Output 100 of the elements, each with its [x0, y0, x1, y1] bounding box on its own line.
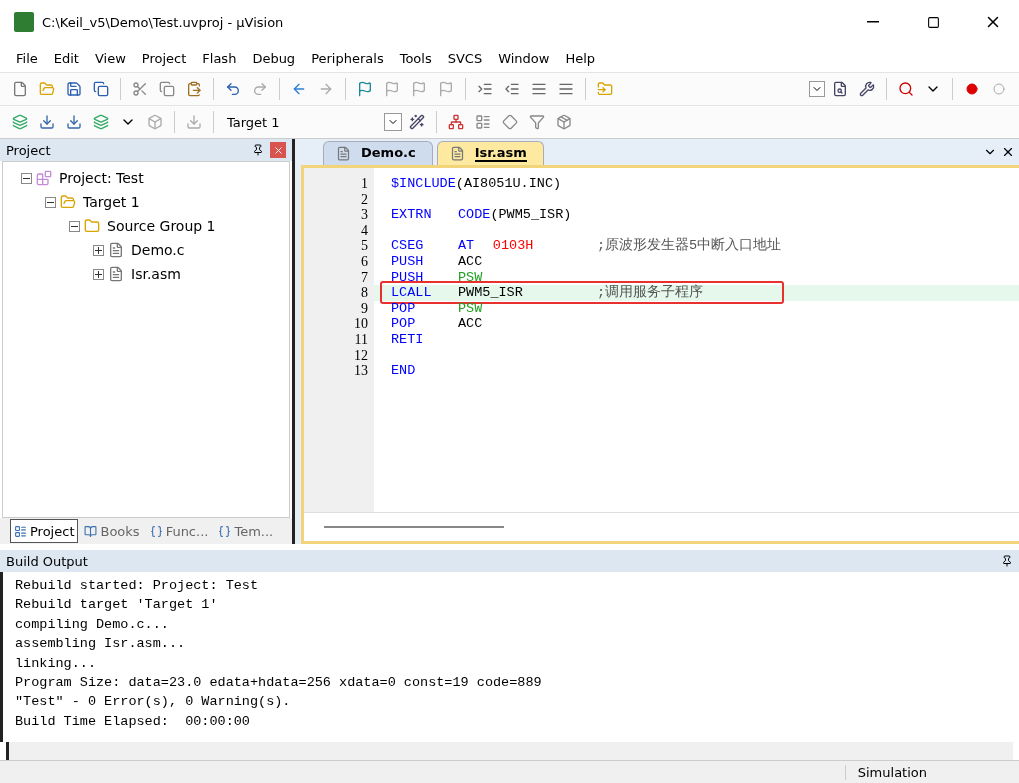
tree-item-label[interactable]: Project: Test — [56, 170, 144, 186]
tree-item-label[interactable]: Demo.c — [128, 242, 185, 258]
panel-tab[interactable]: Func... — [145, 519, 213, 543]
collapse-toggle[interactable] — [21, 172, 32, 184]
wrench-icon — [859, 81, 875, 97]
tree-item-label[interactable]: Isr.asm — [128, 266, 181, 282]
flag-icon — [357, 81, 373, 97]
scrollbar-thumb[interactable] — [324, 526, 504, 528]
collapse-toggle[interactable] — [69, 220, 80, 232]
line-number: 13 — [353, 363, 369, 379]
file-icon — [449, 146, 465, 161]
close-icon — [272, 144, 284, 156]
code-token: ;调用服务子程序 — [597, 285, 704, 301]
code-token: PWM5_ISR — [458, 285, 523, 301]
menu-item[interactable]: Window — [490, 50, 558, 66]
code-token: 0103H — [492, 238, 534, 254]
plus-icon — [94, 269, 103, 279]
menu-item[interactable]: Project — [133, 50, 195, 66]
line-number: 8 — [360, 285, 369, 301]
code-token: RETI — [391, 331, 424, 348]
flag-icon — [411, 81, 427, 97]
status-mode: Simulation — [844, 764, 939, 780]
funnel-icon — [529, 114, 545, 130]
flag-icon — [384, 81, 400, 97]
code-token: LCALL — [391, 285, 432, 301]
target-select[interactable]: Target 1 — [221, 110, 402, 134]
line-number: 4 — [360, 222, 369, 239]
open-folder-icon — [39, 81, 55, 97]
code-token: ;原波形发生器5中断入口地址 — [597, 238, 782, 254]
functions-tab-icon — [149, 524, 163, 538]
maximize-icon — [926, 15, 940, 29]
code-token: CODE — [458, 207, 491, 223]
code-token: (PWM5_ISR) — [490, 207, 572, 223]
download-icon — [66, 114, 82, 130]
pin-icon[interactable] — [252, 144, 264, 156]
project-tab-icon — [14, 524, 27, 538]
panel-tab[interactable]: Project — [10, 519, 79, 543]
menu-item[interactable]: View — [86, 50, 134, 66]
output-line: "Test" - 0 Error(s), 0 Warning(s). — [15, 693, 292, 712]
undo-icon — [225, 81, 241, 97]
output-line: Rebuild started: Project: Test — [15, 577, 260, 595]
output-line: Rebuild target 'Target 1' — [15, 596, 219, 615]
find-in-files-icon — [832, 81, 848, 97]
menu-item[interactable]: File — [8, 50, 46, 66]
line-number: 5 — [360, 238, 369, 254]
load-icon — [186, 114, 202, 130]
file-icon — [336, 146, 351, 161]
menu-item[interactable]: Edit — [45, 50, 87, 66]
panel-close-button[interactable] — [270, 142, 286, 158]
collapse-toggle[interactable] — [45, 196, 56, 208]
horizontal-scrollbar[interactable] — [6, 742, 1013, 760]
tree-item-label[interactable]: Source Group 1 — [104, 218, 216, 234]
editor-tab[interactable]: Isr.asm — [436, 141, 544, 165]
redo-icon — [252, 81, 268, 97]
target-folder-icon — [60, 194, 76, 210]
diamond-icon — [502, 114, 518, 130]
panel-tab[interactable]: Tem... — [214, 519, 278, 543]
menu-item[interactable]: Peripherals — [303, 50, 392, 66]
editor-tab[interactable]: Demo.c — [323, 141, 433, 165]
circle-icon — [993, 83, 1005, 95]
new-file-icon — [12, 81, 28, 97]
forward-arrow-icon — [318, 81, 334, 97]
code-token: ACC — [458, 316, 483, 332]
close-icon[interactable] — [1001, 145, 1015, 159]
menu-item[interactable]: Tools — [391, 50, 440, 66]
menu-item[interactable]: Debug — [244, 50, 304, 66]
line-number: 6 — [360, 253, 369, 270]
code-token: $INCLUDE — [391, 176, 456, 192]
dropdown-button[interactable] — [384, 113, 402, 131]
file-icon — [108, 266, 124, 282]
save-icon — [66, 81, 82, 97]
save-all-icon — [93, 81, 109, 97]
expand-toggle[interactable] — [93, 244, 104, 256]
panel-tab[interactable]: Books — [80, 519, 144, 543]
output-line: assembling Isr.asm... — [15, 635, 187, 654]
project-icon — [36, 170, 52, 186]
layers-icon — [93, 114, 109, 130]
folder-icon — [597, 81, 613, 97]
line-number: 9 — [360, 300, 369, 317]
menu-item[interactable]: Help — [557, 50, 604, 66]
pin-icon[interactable] — [1001, 555, 1013, 567]
minimize-icon — [867, 21, 879, 23]
line-number: 7 — [360, 269, 369, 286]
code-token: ACC — [458, 253, 483, 270]
box-icon — [147, 114, 163, 130]
package-icon — [556, 114, 572, 130]
code-token: PSW — [458, 300, 483, 317]
menu-item[interactable]: Flash — [194, 50, 245, 66]
tree-item-label[interactable]: Target 1 — [80, 194, 140, 210]
code-token: END — [391, 363, 416, 379]
flag-icon — [438, 81, 454, 97]
code-token: (AI8051U.INC) — [455, 176, 562, 192]
menu-item[interactable]: SVCS — [439, 50, 491, 66]
expand-toggle[interactable] — [93, 268, 104, 280]
line-number: 3 — [360, 207, 369, 223]
wand-icon — [409, 114, 425, 130]
panel-title: Project — [6, 142, 52, 158]
dropdown-button[interactable] — [809, 81, 825, 97]
output-line: compiling Demo.c... — [15, 615, 170, 634]
code-token: POP — [391, 300, 416, 317]
